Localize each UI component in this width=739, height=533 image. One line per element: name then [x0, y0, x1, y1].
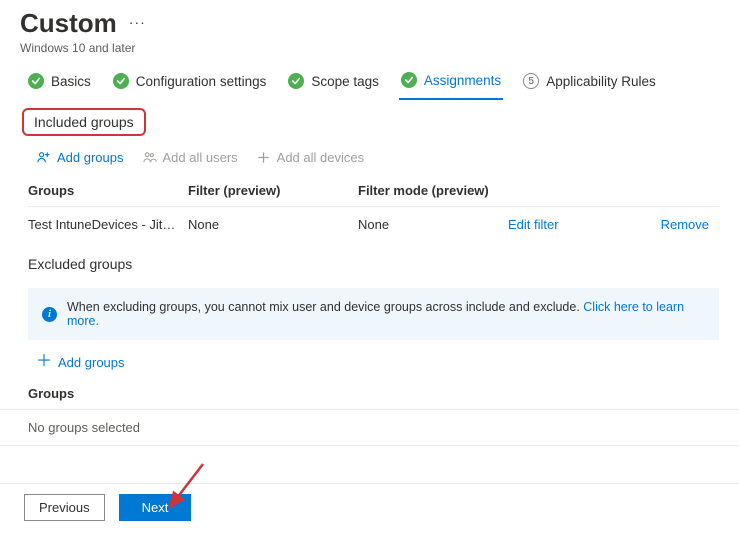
step-label: Scope tags	[311, 74, 379, 89]
add-groups-button[interactable]: Add groups	[36, 150, 124, 165]
excluded-groups-heading: Excluded groups	[0, 242, 739, 278]
info-bar: i When excluding groups, you cannot mix …	[28, 288, 719, 340]
add-all-users-label: Add all users	[163, 150, 238, 165]
step-label: Basics	[51, 74, 91, 89]
add-all-devices-button: Add all devices	[256, 150, 364, 165]
step-assignments[interactable]: Assignments	[401, 72, 501, 90]
wizard-stepper: Basics Configuration settings Scope tags…	[0, 54, 739, 100]
person-plus-icon	[36, 150, 51, 165]
check-icon	[28, 73, 44, 89]
cell-group: Test IntuneDevices - Jit…	[28, 207, 188, 243]
included-toolbar: Add groups Add all users Add all devices	[0, 142, 739, 173]
table-row: Test IntuneDevices - Jit… None None Edit…	[28, 207, 719, 243]
col-filter-mode: Filter mode (preview)	[358, 175, 508, 207]
step-label: Assignments	[424, 73, 501, 88]
divider	[0, 445, 739, 446]
excluded-add-groups-button[interactable]: ＋ Add groups	[36, 354, 719, 370]
plus-icon	[256, 150, 271, 165]
step-basics[interactable]: Basics	[28, 73, 91, 89]
remove-link[interactable]: Remove	[661, 217, 709, 232]
wizard-footer: Previous Next	[0, 483, 739, 533]
cell-filter-mode: None	[358, 207, 508, 243]
edit-filter-link[interactable]: Edit filter	[508, 217, 559, 232]
add-all-devices-label: Add all devices	[277, 150, 364, 165]
info-icon: i	[42, 307, 57, 322]
cell-filter: None	[188, 207, 358, 243]
excluded-empty: No groups selected	[0, 410, 739, 445]
excluded-add-groups-label: Add groups	[58, 355, 125, 370]
page-title: Custom	[20, 8, 117, 39]
plus-icon: ＋	[36, 354, 52, 370]
check-icon	[401, 72, 417, 88]
col-groups: Groups	[28, 175, 188, 207]
step-number-icon: 5	[523, 73, 539, 89]
info-text: When excluding groups, you cannot mix us…	[67, 300, 705, 328]
step-config[interactable]: Configuration settings	[113, 73, 267, 89]
next-button[interactable]: Next	[119, 494, 192, 521]
check-icon	[288, 73, 304, 89]
step-label: Configuration settings	[136, 74, 267, 89]
page-subtitle: Windows 10 and later	[20, 41, 719, 55]
step-applicability[interactable]: 5 Applicability Rules	[523, 73, 656, 89]
check-icon	[113, 73, 129, 89]
previous-button[interactable]: Previous	[24, 494, 105, 521]
col-filter: Filter (preview)	[188, 175, 358, 207]
included-groups-table: Groups Filter (preview) Filter mode (pre…	[28, 175, 719, 242]
add-groups-label: Add groups	[57, 150, 124, 165]
excluded-groups-col: Groups	[0, 378, 739, 410]
step-scope[interactable]: Scope tags	[288, 73, 379, 89]
step-label: Applicability Rules	[546, 74, 656, 89]
page-header: Custom ··· Windows 10 and later	[0, 0, 739, 59]
more-icon[interactable]: ···	[129, 14, 146, 34]
add-all-users-button: Add all users	[142, 150, 238, 165]
included-groups-heading: Included groups	[22, 108, 146, 136]
people-icon	[142, 150, 157, 165]
